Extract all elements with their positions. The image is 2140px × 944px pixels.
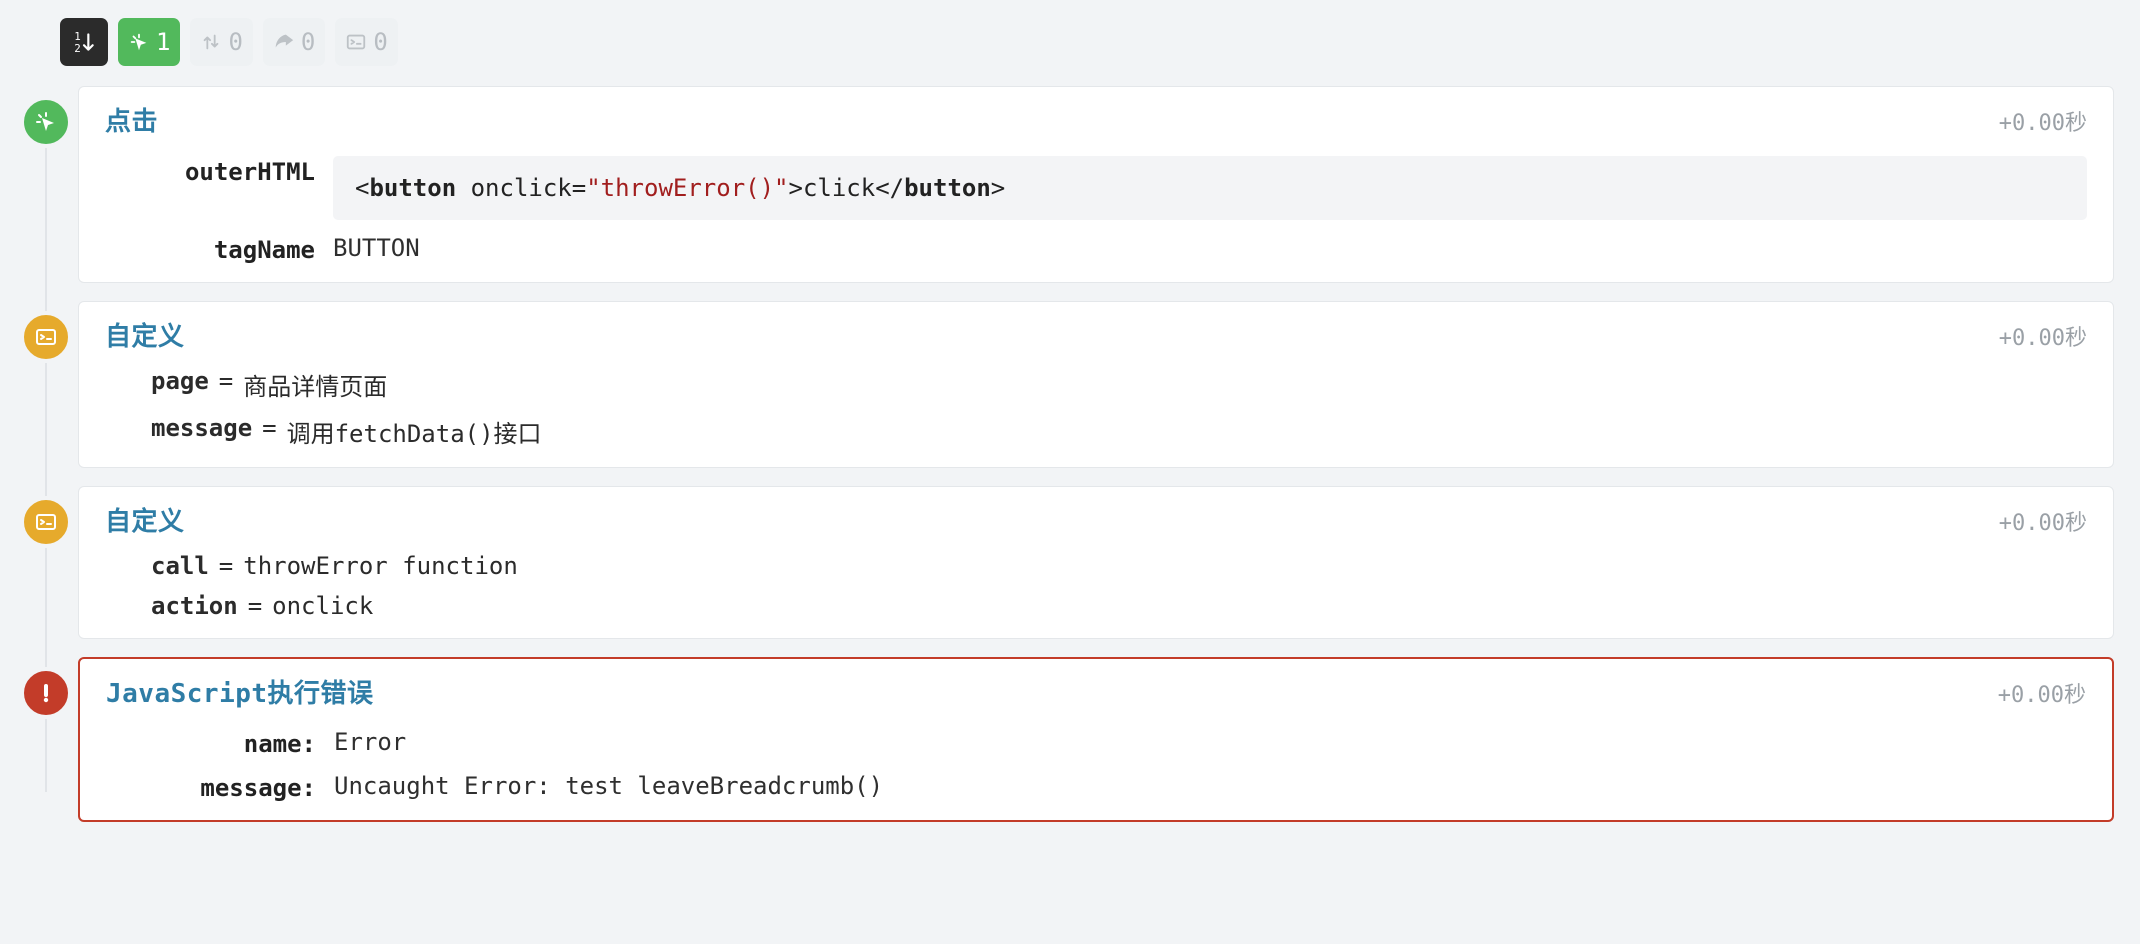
card-body: outerHTML <button onclick="throwError()"…: [105, 156, 2087, 264]
pair-key: call: [151, 552, 209, 580]
share-arrow-icon: [273, 31, 295, 53]
card-head: JavaScript执行错误 +0.00秒: [106, 673, 2086, 710]
timeline: 点击 +0.00秒 outerHTML <button onclick="thr…: [20, 86, 2120, 822]
click-burst-icon: [34, 110, 58, 134]
kv-row: message = 调用fetchData()接口: [151, 414, 2087, 449]
network-updown-icon: [200, 31, 222, 53]
card-body: name Error message Uncaught Error: test …: [106, 728, 2086, 802]
card-time: +0.00秒: [1999, 320, 2087, 352]
card-body: call = throwError function action = oncl…: [105, 552, 2087, 620]
pair-val: 调用fetchData()接口: [287, 414, 542, 449]
card-title: 点击: [105, 101, 158, 138]
event-click: 点击 +0.00秒 outerHTML <button onclick="thr…: [20, 86, 2120, 283]
sort-button[interactable]: 1 2: [60, 18, 108, 66]
card-head: 自定义 +0.00秒: [105, 501, 2087, 538]
click-burst-icon: [128, 31, 150, 53]
console-icon: [34, 325, 58, 349]
svg-text:2: 2: [74, 42, 81, 55]
event-card[interactable]: JavaScript执行错误 +0.00秒 name Error message…: [78, 657, 2114, 822]
event-bullet: [20, 86, 72, 283]
console-icon: [345, 31, 367, 53]
network-filter-button[interactable]: 0: [190, 18, 252, 66]
event-card[interactable]: 自定义 +0.00秒 page = 商品详情页面 message = 调用fet…: [78, 301, 2114, 468]
event-bullet: [20, 486, 72, 639]
event-bullet: [20, 657, 72, 822]
pair-key: action: [151, 592, 238, 620]
card-head: 自定义 +0.00秒: [105, 316, 2087, 353]
event-error: JavaScript执行错误 +0.00秒 name Error message…: [20, 657, 2120, 822]
clicks-filter-button[interactable]: 1: [118, 18, 180, 66]
console-count: 0: [373, 30, 387, 54]
toolbar: 1 2 1 0 0: [60, 18, 2120, 66]
pair-val: 商品详情页面: [243, 367, 387, 402]
card-body: page = 商品详情页面 message = 调用fetchData()接口: [105, 367, 2087, 449]
share-filter-button[interactable]: 0: [263, 18, 325, 66]
event-bullet: [20, 301, 72, 468]
console-filter-button[interactable]: 0: [335, 18, 397, 66]
pair-key: page: [151, 367, 209, 402]
pair-val: Error: [334, 728, 2086, 756]
prop-value: BUTTON: [333, 234, 2087, 262]
card-time: +0.00秒: [1998, 677, 2086, 709]
kv-row: call = throwError function: [151, 552, 2087, 580]
event-custom: 自定义 +0.00秒 page = 商品详情页面 message = 调用fet…: [20, 301, 2120, 468]
card-title: 自定义: [105, 316, 185, 353]
breadcrumb-timeline: 1 2 1 0 0: [0, 0, 2140, 852]
prop-key: outerHTML: [105, 156, 315, 186]
pair-val: onclick: [272, 592, 373, 620]
pair-key: message: [151, 414, 252, 449]
pair-val: Uncaught Error: test leaveBreadcrumb(): [334, 772, 2086, 800]
sort-numeric-icon: 1 2: [71, 29, 97, 55]
share-count: 0: [301, 30, 315, 54]
prop-key: tagName: [105, 234, 315, 264]
card-time: +0.00秒: [1999, 105, 2087, 137]
card-head: 点击 +0.00秒: [105, 101, 2087, 138]
network-count: 0: [228, 30, 242, 54]
event-card[interactable]: 点击 +0.00秒 outerHTML <button onclick="thr…: [78, 86, 2114, 283]
console-icon: [34, 510, 58, 534]
code-outerhtml: <button onclick="throwError()">click</bu…: [333, 156, 2087, 220]
kv-row: action = onclick: [151, 592, 2087, 620]
card-title: 自定义: [105, 501, 185, 538]
pair-key: name: [106, 728, 316, 758]
event-custom: 自定义 +0.00秒 call = throwError function ac…: [20, 486, 2120, 639]
pair-val: throwError function: [243, 552, 518, 580]
error-icon: [34, 681, 58, 705]
prop-value: <button onclick="throwError()">click</bu…: [333, 156, 2087, 220]
card-time: +0.00秒: [1999, 505, 2087, 537]
event-card[interactable]: 自定义 +0.00秒 call = throwError function ac…: [78, 486, 2114, 639]
clicks-count: 1: [156, 30, 170, 54]
card-title: JavaScript执行错误: [106, 673, 374, 710]
pair-key: message: [106, 772, 316, 802]
kv-row: page = 商品详情页面: [151, 367, 2087, 402]
